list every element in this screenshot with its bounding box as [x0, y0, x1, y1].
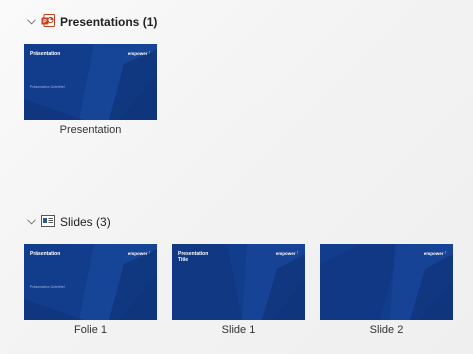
slide-tile[interactable]: empower ↑ Slide 2 — [320, 244, 453, 336]
thumbnail-subtitle: Präsentation Untertitel — [30, 285, 65, 289]
tile-caption: Presentation — [59, 124, 122, 136]
tile-caption: Folie 1 — [73, 324, 108, 336]
empower-logo: empower ↑ — [275, 250, 299, 257]
slides-section-title: Slides (3) — [60, 215, 111, 229]
empower-logo: empower ↑ — [127, 250, 151, 257]
empower-logo: empower ↑ — [127, 50, 151, 57]
chevron-down-icon[interactable] — [26, 217, 36, 227]
thumbnail-subtitle: Präsentation Untertitel — [30, 85, 65, 89]
thumbnail-title: Präsentation — [30, 251, 61, 257]
powerpoint-icon: P — [41, 13, 55, 31]
presentations-section-title: Presentations (1) — [60, 15, 158, 29]
presentation-tile[interactable]: Präsentation Präsentation Untertitel emp… — [24, 44, 157, 136]
slide-tile[interactable]: Presentation Title empower ↑ Slide 1 — [172, 244, 305, 336]
thumbnail-title: Präsentation — [30, 51, 61, 57]
slide-thumbnail[interactable]: Presentation Title empower ↑ — [172, 244, 305, 320]
slide-icon — [41, 214, 55, 230]
svg-text:P: P — [43, 19, 47, 25]
tile-caption: Slide 2 — [369, 324, 404, 336]
presentation-thumbnail[interactable]: Präsentation Präsentation Untertitel emp… — [24, 44, 157, 120]
slide-tile[interactable]: Präsentation Präsentation Untertitel emp… — [24, 244, 157, 336]
tile-caption: Slide 1 — [221, 324, 256, 336]
thumbnail-title: Presentation Title — [178, 251, 209, 263]
chevron-down-icon[interactable] — [26, 17, 36, 27]
slide-thumbnail[interactable]: empower ↑ — [320, 244, 453, 320]
slide-thumbnail[interactable]: Präsentation Präsentation Untertitel emp… — [24, 244, 157, 320]
presentations-section-header[interactable]: P Presentations (1) — [26, 12, 157, 32]
empower-logo: empower ↑ — [423, 250, 447, 257]
slides-section-header[interactable]: Slides (3) — [26, 212, 111, 232]
